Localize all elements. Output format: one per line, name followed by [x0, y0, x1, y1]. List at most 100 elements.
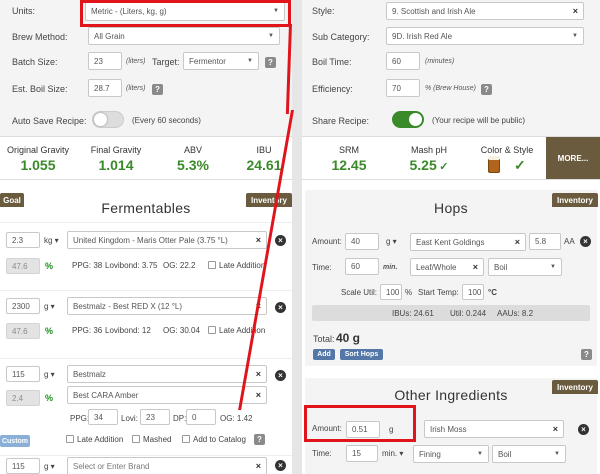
style-select[interactable]: 9. Scottish and Irish Ale ×: [386, 2, 584, 20]
efficiency-value: 70: [392, 83, 401, 93]
batch-size-input[interactable]: 23: [88, 52, 122, 70]
hop-use-select[interactable]: Boil ▼: [488, 258, 562, 276]
ppg-input[interactable]: 34: [88, 409, 118, 425]
other-time-input[interactable]: 15: [346, 445, 378, 462]
efficiency-label: Efficiency:: [312, 84, 353, 94]
chevron-down-icon: ▼: [572, 33, 578, 39]
fermentable-unit-select[interactable]: g ▾: [44, 370, 55, 379]
dp-input[interactable]: 0: [186, 409, 216, 425]
boil-time-unit: (minutes): [425, 58, 455, 65]
unit-value: g: [44, 302, 49, 311]
more-label: MORE...: [557, 153, 589, 163]
start-temp-input[interactable]: 100: [462, 284, 484, 300]
clear-icon[interactable]: ×: [573, 6, 578, 16]
add-hop-button[interactable]: Add: [313, 349, 335, 360]
sub-category-select[interactable]: 9D. Irish Red Ale ▼: [386, 27, 584, 45]
remove-fermentable-icon[interactable]: ×: [275, 460, 286, 471]
clear-icon[interactable]: ×: [256, 390, 261, 400]
scale-util-unit: %: [405, 288, 413, 297]
other-ingredients-title: Other Ingredients: [394, 387, 508, 403]
boil-time-value: 60: [392, 56, 401, 66]
lovibond-text: Lovibond: 3.75: [105, 261, 158, 270]
fermentable-amount-input[interactable]: 115: [6, 458, 40, 474]
help-icon[interactable]: ?: [254, 434, 265, 445]
percent-sign: %: [45, 393, 54, 403]
late-addition-checkbox[interactable]: [208, 261, 216, 269]
clear-icon[interactable]: ×: [553, 424, 558, 434]
hop-variety-select[interactable]: East Kent Goldings ×: [410, 233, 526, 251]
remove-fermentable-icon[interactable]: ×: [275, 235, 286, 246]
clear-icon[interactable]: ×: [256, 235, 261, 245]
remove-fermentable-icon[interactable]: ×: [275, 302, 286, 313]
style-label: Style:: [312, 6, 335, 16]
hop-time-input[interactable]: 60: [345, 258, 379, 275]
other-name: Irish Moss: [430, 424, 467, 434]
amount-value: 2.3: [12, 235, 24, 245]
sort-hops-button[interactable]: Sort Hops: [340, 349, 383, 360]
clear-icon[interactable]: ×: [256, 461, 261, 471]
lovi-input[interactable]: 23: [140, 409, 170, 425]
mashed-checkbox[interactable]: [132, 435, 140, 443]
clear-icon[interactable]: ×: [515, 237, 520, 247]
clear-icon[interactable]: ×: [256, 369, 261, 379]
other-type-select[interactable]: Fining ▼: [413, 445, 489, 463]
target-select[interactable]: Fermentor ▼: [183, 52, 259, 70]
mash-ph-label: Mash pH: [410, 145, 447, 155]
boil-size-input[interactable]: 28.7: [88, 79, 122, 97]
auto-save-toggle[interactable]: [92, 111, 124, 128]
other-time-unit-select[interactable]: min. ▾: [382, 449, 403, 458]
boil-time-input[interactable]: 60: [386, 52, 420, 70]
fermentable-unit-select[interactable]: g ▾: [44, 302, 55, 311]
share-toggle[interactable]: [392, 111, 424, 128]
fermentable-name: Best CARA Amber: [73, 390, 139, 400]
help-icon[interactable]: ?: [265, 57, 276, 68]
toggle-knob: [409, 113, 422, 126]
other-type: Fining: [419, 449, 441, 459]
fermentable-name-select[interactable]: Bestmalz - Best RED X (12 °L) ×: [67, 297, 267, 315]
fermentable-unit-select[interactable]: g ▾: [44, 462, 55, 471]
mash-ph-value: 5.25: [409, 157, 437, 173]
brew-method-label: Brew Method:: [12, 32, 68, 42]
highlight-units-box: [80, 0, 291, 27]
fermentable-name-select[interactable]: United Kingdom - Maris Otter Pale (3.75 …: [67, 231, 267, 249]
remove-hop-icon[interactable]: ×: [580, 236, 591, 247]
fermentable-unit-select[interactable]: kg ▾: [44, 236, 59, 245]
other-time-label: Time:: [312, 449, 332, 458]
hop-variety: East Kent Goldings: [416, 237, 485, 247]
hop-aa-label: AA: [564, 237, 575, 246]
remove-fermentable-icon[interactable]: ×: [275, 370, 286, 381]
fermentable-amount-input[interactable]: 115: [6, 366, 40, 382]
clear-icon[interactable]: ×: [473, 262, 478, 272]
late-addition-checkbox[interactable]: [208, 326, 216, 334]
add-to-catalog-label: Add to Catalog: [193, 435, 246, 444]
remove-other-icon[interactable]: ×: [578, 424, 589, 435]
other-name-input[interactable]: Irish Moss ×: [424, 420, 564, 438]
brew-method-select[interactable]: All Grain ▼: [88, 27, 280, 45]
scale-util-input[interactable]: 100: [380, 284, 402, 300]
hop-amount-input[interactable]: 40: [345, 233, 379, 250]
add-to-catalog-checkbox[interactable]: [182, 435, 190, 443]
fermentable-amount-input[interactable]: 2300: [6, 298, 40, 314]
more-button[interactable]: MORE...: [546, 137, 600, 179]
help-icon[interactable]: ?: [581, 349, 592, 360]
brand-value: Bestmalz: [73, 369, 106, 379]
fermentable-amount-input[interactable]: 2.3: [6, 232, 40, 248]
hop-unit-select[interactable]: g ▾: [386, 237, 397, 246]
help-icon[interactable]: ?: [481, 84, 492, 95]
chevron-down-icon: ▼: [268, 33, 274, 39]
target-label: Target:: [152, 57, 180, 67]
other-use-select[interactable]: Boil ▼: [492, 445, 566, 463]
fermentable-brand-select[interactable]: Select or Enter Brand ×: [67, 457, 267, 474]
hop-total-label: Total:: [313, 334, 335, 344]
fermentable-brand-input[interactable]: Bestmalz ×: [67, 365, 267, 383]
fermentables-title: Fermentables: [101, 200, 191, 216]
efficiency-input[interactable]: 70: [386, 79, 420, 97]
help-icon[interactable]: ?: [152, 84, 163, 95]
hop-form-select[interactable]: Leaf/Whole ×: [410, 258, 484, 276]
boil-size-label: Est. Boil Size:: [12, 84, 68, 94]
hop-aaus: AAUs: 8.2: [497, 309, 534, 318]
fermentable-name-input[interactable]: Best CARA Amber ×: [67, 386, 267, 404]
hop-aa-input[interactable]: 5.8: [529, 233, 561, 250]
late-addition-checkbox[interactable]: [66, 435, 74, 443]
chevron-down-icon: ▼: [477, 451, 483, 457]
